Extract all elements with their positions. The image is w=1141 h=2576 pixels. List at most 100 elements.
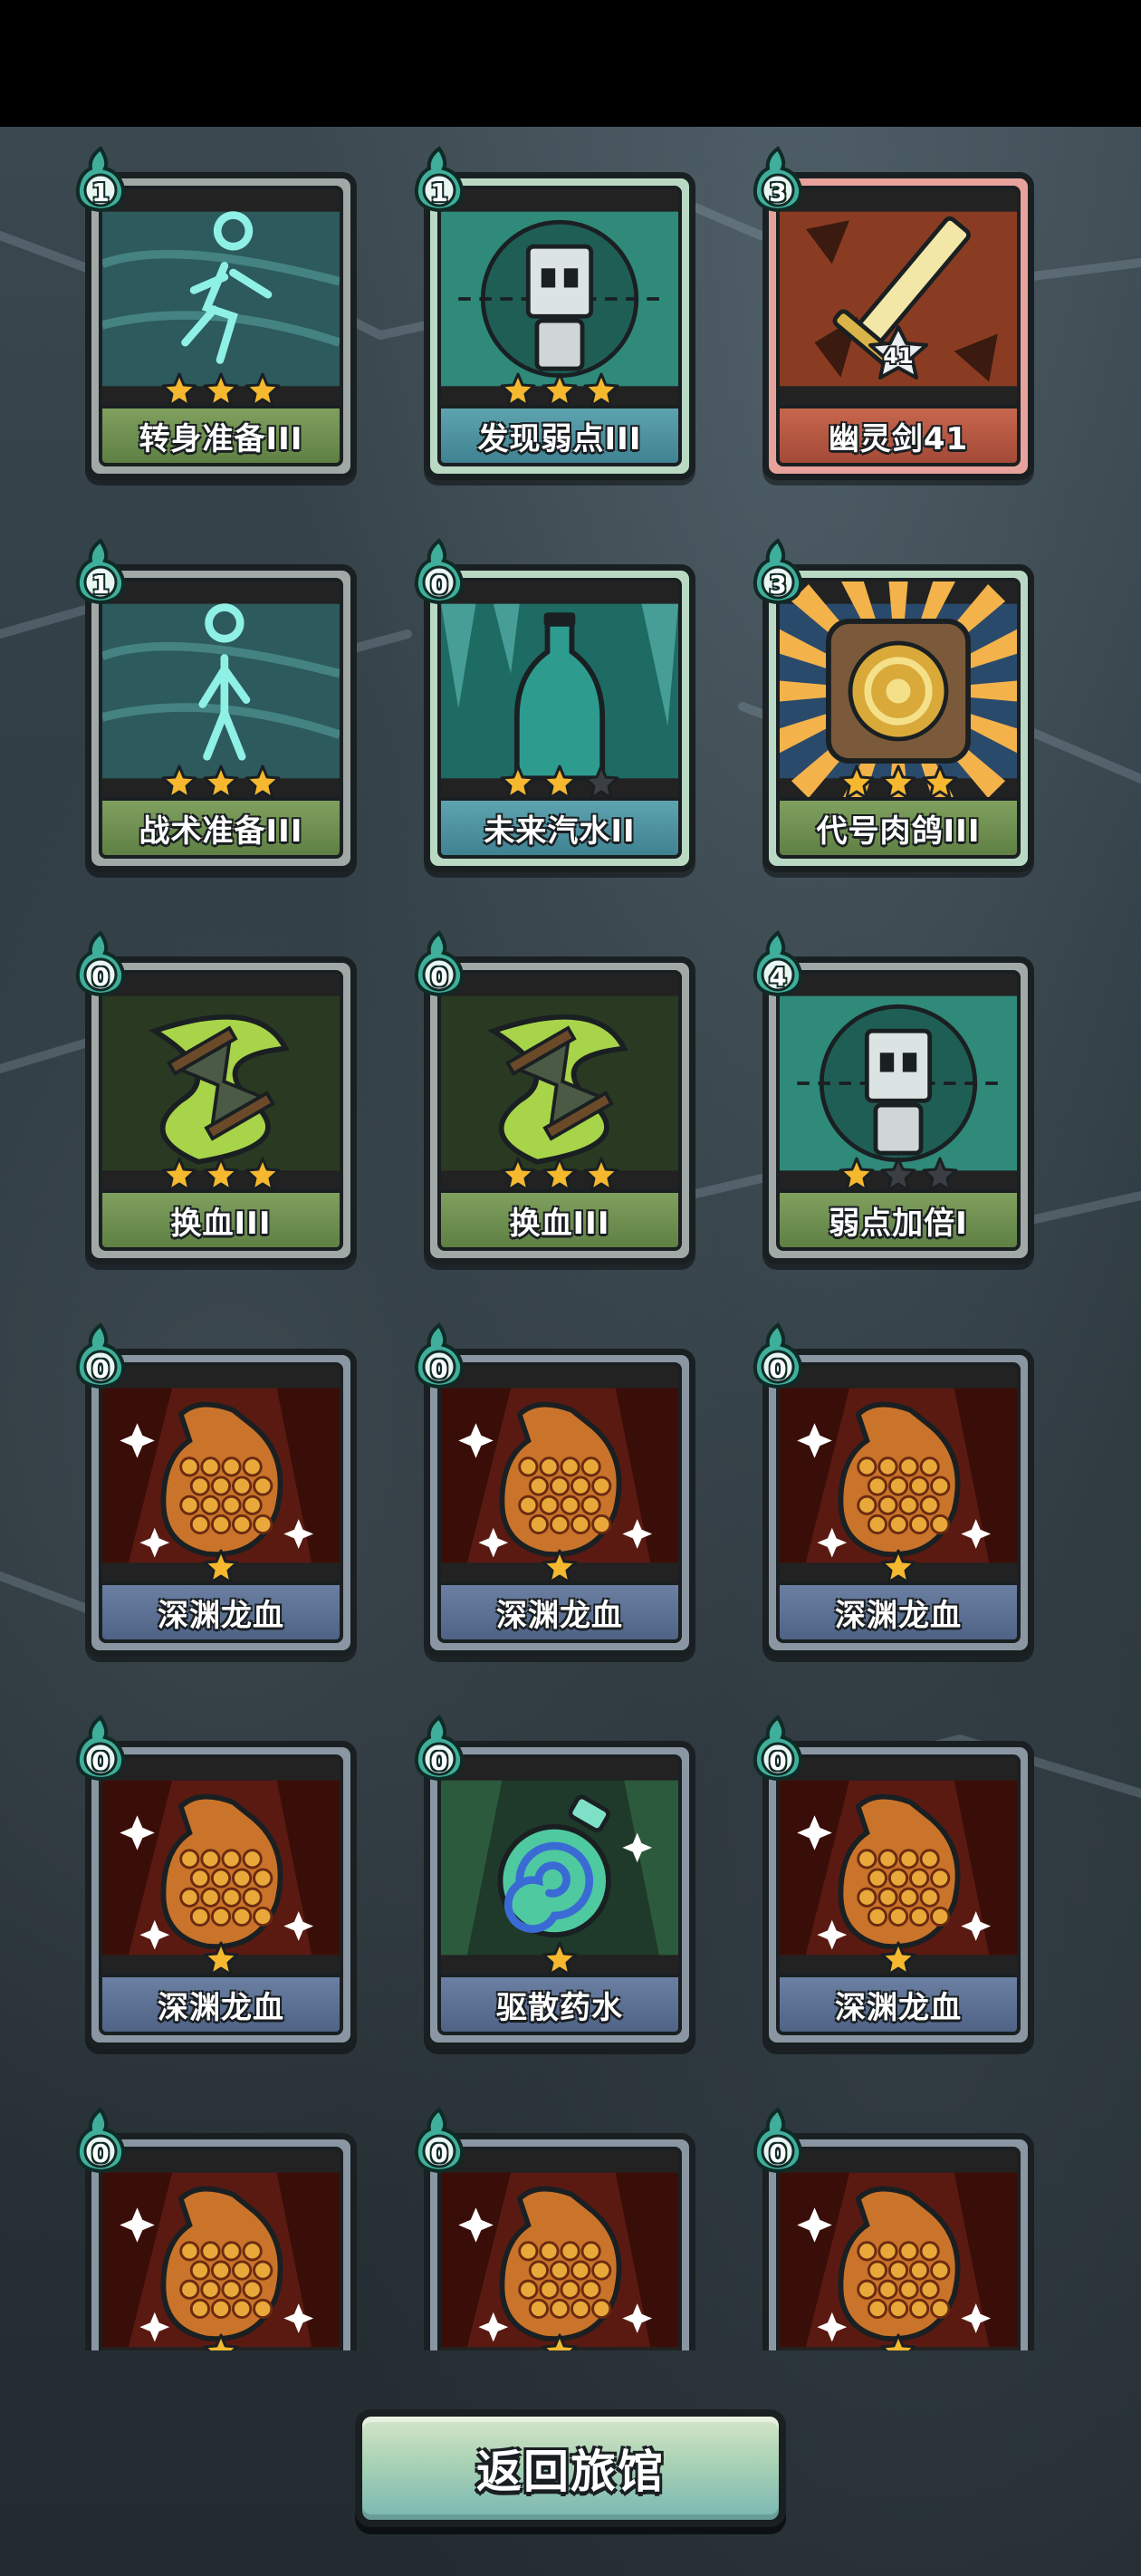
- card-name: 换血III: [170, 1205, 272, 1242]
- card-frame: 转身准备III: [85, 172, 357, 480]
- card[interactable]: 深渊龙血 0: [411, 1322, 701, 1657]
- card-name-plate: 深渊龙血: [780, 1974, 1017, 2032]
- card-name: 深渊龙血: [158, 1989, 284, 2026]
- dragon-blood-flask-icon: [441, 2150, 678, 2350]
- energy-cost-icon: 0: [411, 537, 467, 606]
- card[interactable]: 深渊龙血0: [411, 2106, 701, 2350]
- return-to-tavern-button[interactable]: 返回旅馆: [355, 2409, 786, 2527]
- energy-cost-icon: 1: [72, 537, 129, 606]
- energy-cost-value: 1: [91, 178, 110, 207]
- star-filled-icon: [582, 371, 620, 409]
- card[interactable]: 换血III 0: [72, 929, 362, 1264]
- card-star-rating: [441, 2331, 678, 2350]
- energy-cost-value: 3: [769, 570, 787, 600]
- card-name: 深渊龙血: [496, 1597, 623, 1634]
- energy-cost-icon: 3: [750, 145, 806, 214]
- card[interactable]: 战术准备III 1: [72, 537, 362, 872]
- star-filled-icon: [541, 1940, 579, 1978]
- card-frame: 换血III: [424, 956, 695, 1264]
- card-name: 代号肉鸽III: [816, 812, 981, 850]
- star-filled-icon: [582, 1156, 620, 1194]
- card-name: 深渊龙血: [835, 1989, 962, 2026]
- card-name-plate: 深渊龙血: [441, 1581, 678, 1639]
- card[interactable]: 41 幽灵剑41 3: [750, 145, 1040, 480]
- card-name: 未来汽水II: [484, 812, 636, 850]
- card-collection-grid[interactable]: 转身准备III 1 发现弱点III 1 41 幽灵剑41 3 战术准备III 1 未来汽水II 0 代…: [72, 145, 1069, 2350]
- card-name-plate: 发现弱点III: [441, 405, 678, 463]
- card-name-plate: 战术准备III: [102, 797, 340, 855]
- card-name: 战术准备III: [139, 812, 303, 850]
- energy-cost-value: 1: [430, 178, 448, 207]
- card-face: 驱散药水: [437, 1754, 682, 2035]
- star-filled-icon: [202, 1156, 240, 1194]
- card-frame: 代号肉鸽III: [762, 564, 1034, 872]
- card-frame: 深渊龙血: [85, 1741, 357, 2049]
- card-face: 深渊龙血: [99, 2147, 343, 2350]
- card-face: 深渊龙血: [99, 1754, 343, 2035]
- card-name: 深渊龙血: [158, 1597, 284, 1634]
- star-filled-icon: [499, 764, 537, 802]
- star-filled-icon: [499, 1156, 537, 1194]
- card[interactable]: 代号肉鸽III 3: [750, 537, 1040, 872]
- card-name-plate: 深渊龙血: [780, 1581, 1017, 1639]
- energy-cost-icon: 0: [411, 2106, 467, 2175]
- card[interactable]: 转身准备III 1: [72, 145, 362, 480]
- card-face: 深渊龙血: [776, 1754, 1021, 2035]
- star-filled-icon: [541, 371, 579, 409]
- card-level-badge: 41: [867, 325, 930, 380]
- star-empty-icon: [582, 764, 620, 802]
- card[interactable]: 换血III 0: [411, 929, 701, 1264]
- card-name: 换血III: [509, 1205, 610, 1242]
- energy-cost-value: 4: [769, 962, 787, 992]
- star-filled-icon: [160, 1156, 198, 1194]
- card[interactable]: 深渊龙血0: [750, 2106, 1040, 2350]
- card[interactable]: 驱散药水 0: [411, 1714, 701, 2049]
- energy-cost-icon: 0: [750, 2106, 806, 2175]
- star-filled-icon: [879, 764, 917, 802]
- energy-cost-value: 0: [430, 570, 448, 600]
- card[interactable]: 深渊龙血 0: [72, 1714, 362, 2049]
- card[interactable]: 深渊龙血0: [72, 1322, 362, 1657]
- card-face: 深渊龙血: [99, 1362, 343, 1643]
- card-face: 发现弱点III: [437, 186, 682, 466]
- card[interactable]: 未来汽水II 0: [411, 537, 701, 872]
- card-name: 驱散药水: [496, 1989, 623, 2026]
- energy-cost-icon: 3: [750, 537, 806, 606]
- card-name-plate: 换血III: [441, 1189, 678, 1247]
- star-filled-icon: [541, 764, 579, 802]
- star-empty-icon: [879, 1156, 917, 1194]
- energy-cost-value: 0: [430, 1746, 448, 1776]
- card-face: 深渊龙血: [776, 2147, 1021, 2350]
- energy-cost-value: 0: [430, 1354, 448, 1384]
- card-name: 弱点加倍I: [829, 1205, 968, 1242]
- card-face: 弱点加倍I: [776, 970, 1021, 1251]
- card-name-plate: 深渊龙血: [102, 1581, 340, 1639]
- card-star-rating: [780, 2331, 1017, 2350]
- card[interactable]: 深渊龙血 0: [750, 1714, 1040, 2049]
- energy-cost-value: 0: [769, 2139, 787, 2168]
- card-star-rating: [102, 2331, 340, 2350]
- energy-cost-icon: 0: [750, 1714, 806, 1783]
- card[interactable]: 弱点加倍I 4: [750, 929, 1040, 1264]
- star-filled-icon: [499, 371, 537, 409]
- card[interactable]: 深渊龙血0: [72, 2106, 362, 2350]
- card-face: 战术准备III: [99, 578, 343, 859]
- star-filled-icon: [244, 371, 282, 409]
- card-face: 41 幽灵剑41: [776, 186, 1021, 466]
- card-face: 深渊龙血: [437, 1362, 682, 1643]
- energy-cost-value: 0: [91, 1746, 110, 1776]
- energy-cost-icon: 0: [411, 1322, 467, 1390]
- card-face: 转身准备III: [99, 186, 343, 466]
- star-filled-icon: [202, 1940, 240, 1978]
- card-frame: 战术准备III: [85, 564, 357, 872]
- dragon-blood-flask-icon: [102, 2150, 340, 2350]
- card[interactable]: 发现弱点III 1: [411, 145, 701, 480]
- card-face: 未来汽水II: [437, 578, 682, 859]
- card[interactable]: 深渊龙血0: [750, 1322, 1040, 1657]
- star-filled-icon: [879, 1940, 917, 1978]
- energy-cost-value: 0: [769, 1746, 787, 1776]
- card-name-plate: 代号肉鸽III: [780, 797, 1017, 855]
- star-filled-icon: [160, 764, 198, 802]
- star-filled-icon: [541, 1548, 579, 1586]
- energy-cost-icon: 0: [411, 1714, 467, 1783]
